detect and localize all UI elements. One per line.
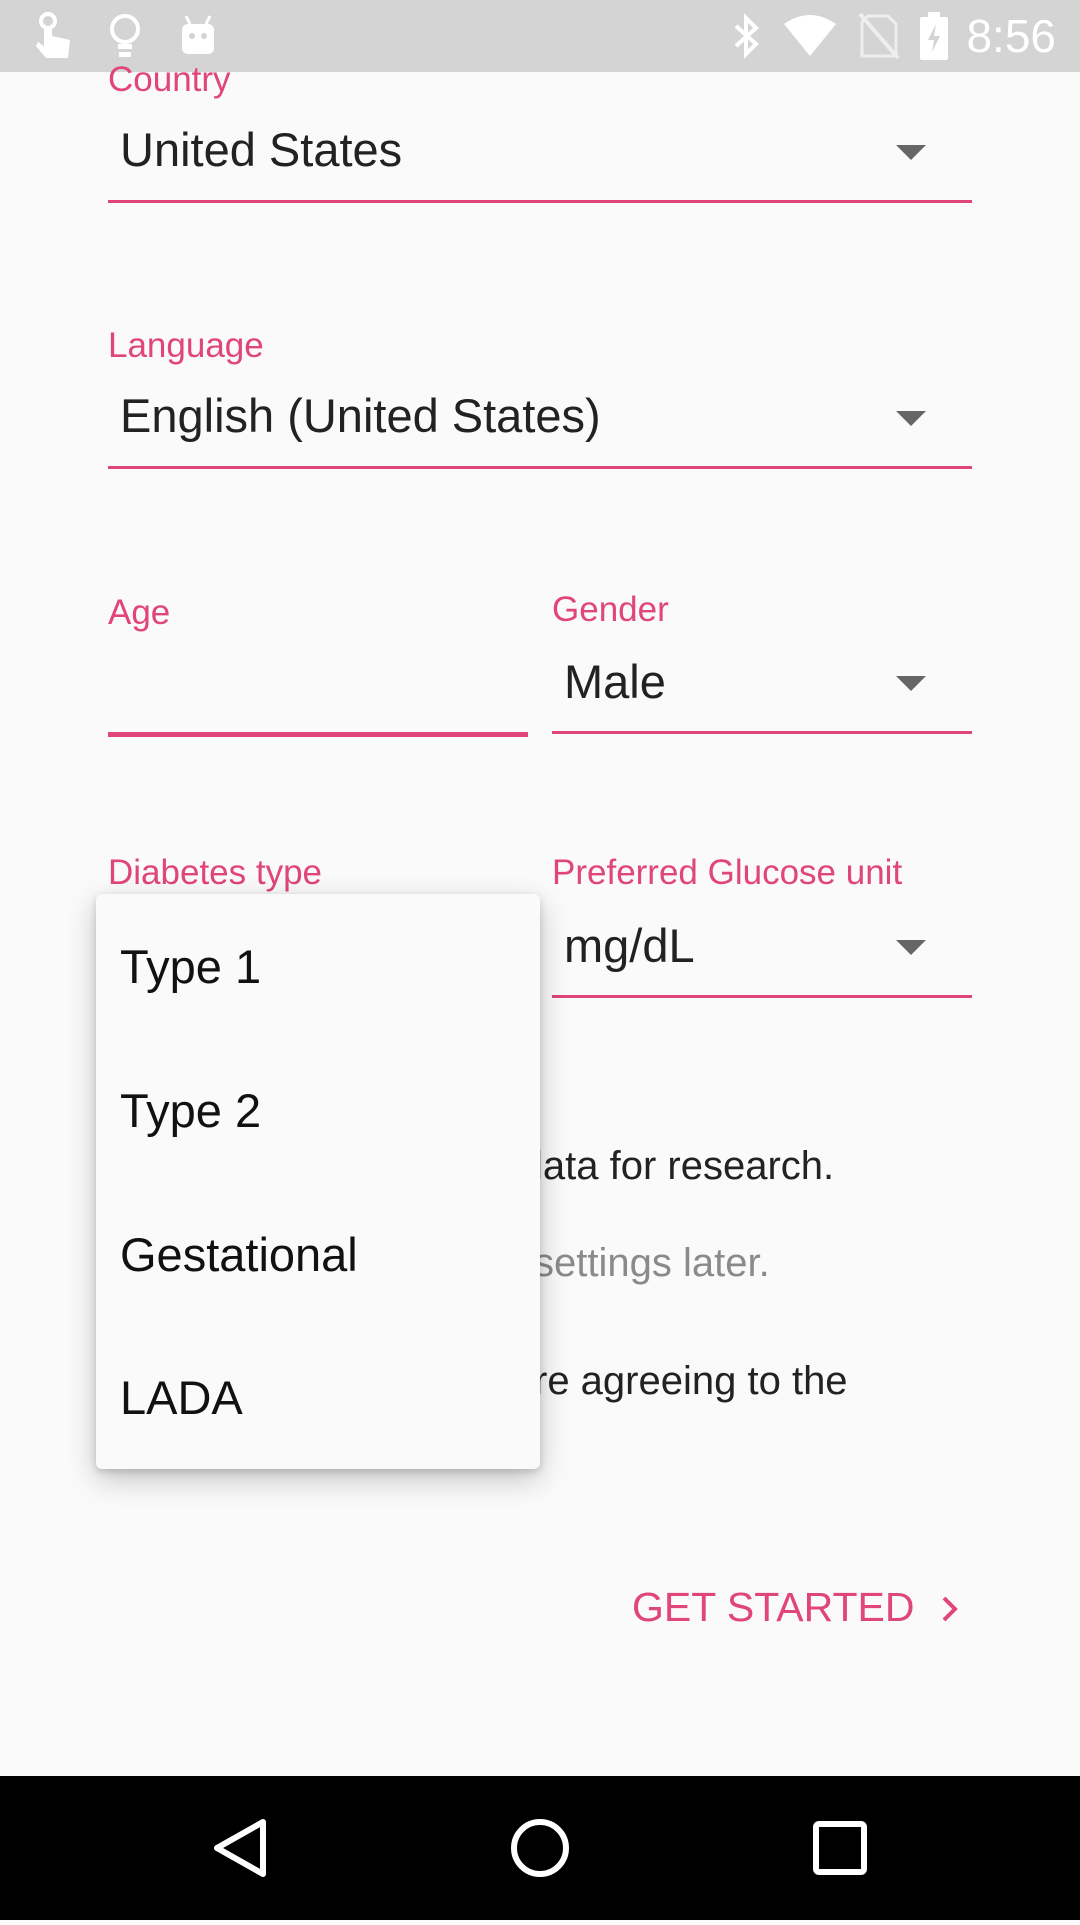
option-type-1[interactable]: Type 1 [120,895,261,1039]
age-input[interactable] [120,654,520,710]
language-underline [108,466,972,469]
gender-dropdown-icon[interactable] [896,676,926,691]
country-underline [108,200,972,203]
diabetes-type-label: Diabetes type [108,853,323,892]
touch-icon [32,12,76,65]
status-time: 8:56 [966,10,1056,62]
option-lada[interactable]: LADA [120,1326,243,1470]
get-started-label: GET STARTED [632,1584,915,1630]
age-label: Age [108,593,171,632]
gender-select[interactable]: Male [564,654,666,710]
gender-label: Gender [552,590,669,629]
get-started-button[interactable]: GET STARTED [632,1582,960,1635]
country-dropdown-icon[interactable] [896,145,926,160]
glucose-unit-label: Preferred Glucose unit [552,853,903,892]
chevron-right-icon [940,1585,960,1635]
age-underline [108,732,528,737]
diabetes-type-dropdown-menu: Type 1 Type 2 Gestational LADA [96,894,540,1469]
language-label: Language [108,326,264,365]
research-consent-text: lata for research. [534,1144,835,1188]
glucose-unit-underline [552,995,972,998]
android-icon [178,12,218,65]
terms-agreement-text: re agreeing to the [534,1359,848,1403]
option-gestational[interactable]: Gestational [120,1183,358,1327]
lightbulb-icon [108,12,142,65]
navigation-bar [0,1776,1080,1920]
home-icon[interactable] [480,1776,600,1920]
bluetooth-icon [730,12,764,65]
glucose-unit-dropdown-icon[interactable] [896,940,926,955]
wifi-icon [782,12,838,65]
battery-icon [918,12,950,65]
no-sim-icon [858,12,900,65]
country-label: Country [108,60,231,99]
country-select[interactable]: United States [120,122,402,178]
glucose-unit-select[interactable]: mg/dL [564,918,695,974]
language-dropdown-icon[interactable] [896,411,926,426]
language-select[interactable]: English (United States) [120,388,601,444]
option-type-2[interactable]: Type 2 [120,1039,261,1183]
settings-hint-text: settings later. [534,1241,770,1285]
back-icon[interactable] [180,1776,300,1920]
gender-underline [552,731,972,734]
recents-icon[interactable] [780,1776,900,1920]
